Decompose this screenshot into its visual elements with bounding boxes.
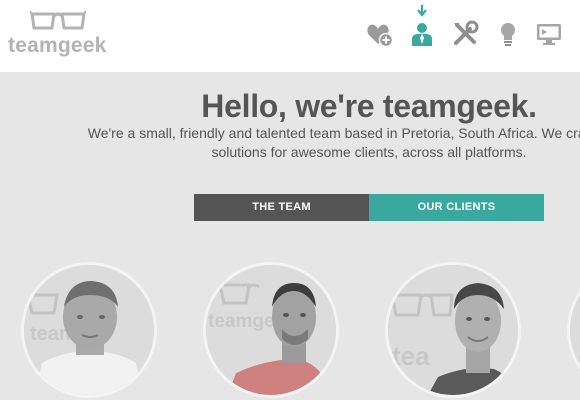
nav-item-team[interactable] [408,20,436,48]
tab-the-team[interactable]: THE TEAM [194,194,369,221]
intro-line-2: solutions for awesome clients, across al… [211,144,527,160]
lightbulb-icon [501,23,515,46]
intro-text: We're a small, friendly and talented tea… [0,124,580,162]
tools-icon [454,20,479,45]
avatar [570,265,580,395]
nav-item-ideas[interactable] [494,20,522,48]
header: teamgeek [0,0,580,72]
nav-item-heart[interactable] [366,20,394,48]
heart-plus-icon [367,24,394,48]
team-member-photo-2[interactable]: teamgeek [203,262,339,398]
page: teamgeek Hello, we're teamgeek. We're a … [0,0,580,400]
tab-our-clients[interactable]: OUR CLIENTS [369,194,544,221]
logo[interactable]: teamgeek [8,8,108,58]
arrow-down-icon [417,5,427,17]
glasses-icon [30,10,86,30]
nav-item-work[interactable] [535,20,563,48]
team-member-photo-1[interactable]: team [21,262,157,398]
avatar: team [24,265,154,395]
avatar: tea [388,265,518,395]
team-member-photo-4[interactable] [567,262,580,398]
intro-line-1: We're a small, friendly and talented tea… [87,125,580,141]
avatar: teamgeek [206,265,336,395]
user-icon [412,23,432,46]
page-title: Hello, we're teamgeek. [201,88,537,124]
svg-text:tea: tea [392,341,430,371]
nav-item-services[interactable] [451,20,479,48]
monitor-icon [537,24,561,45]
logo-text: teamgeek [8,34,107,57]
team-member-photo-3[interactable]: tea [385,262,521,398]
